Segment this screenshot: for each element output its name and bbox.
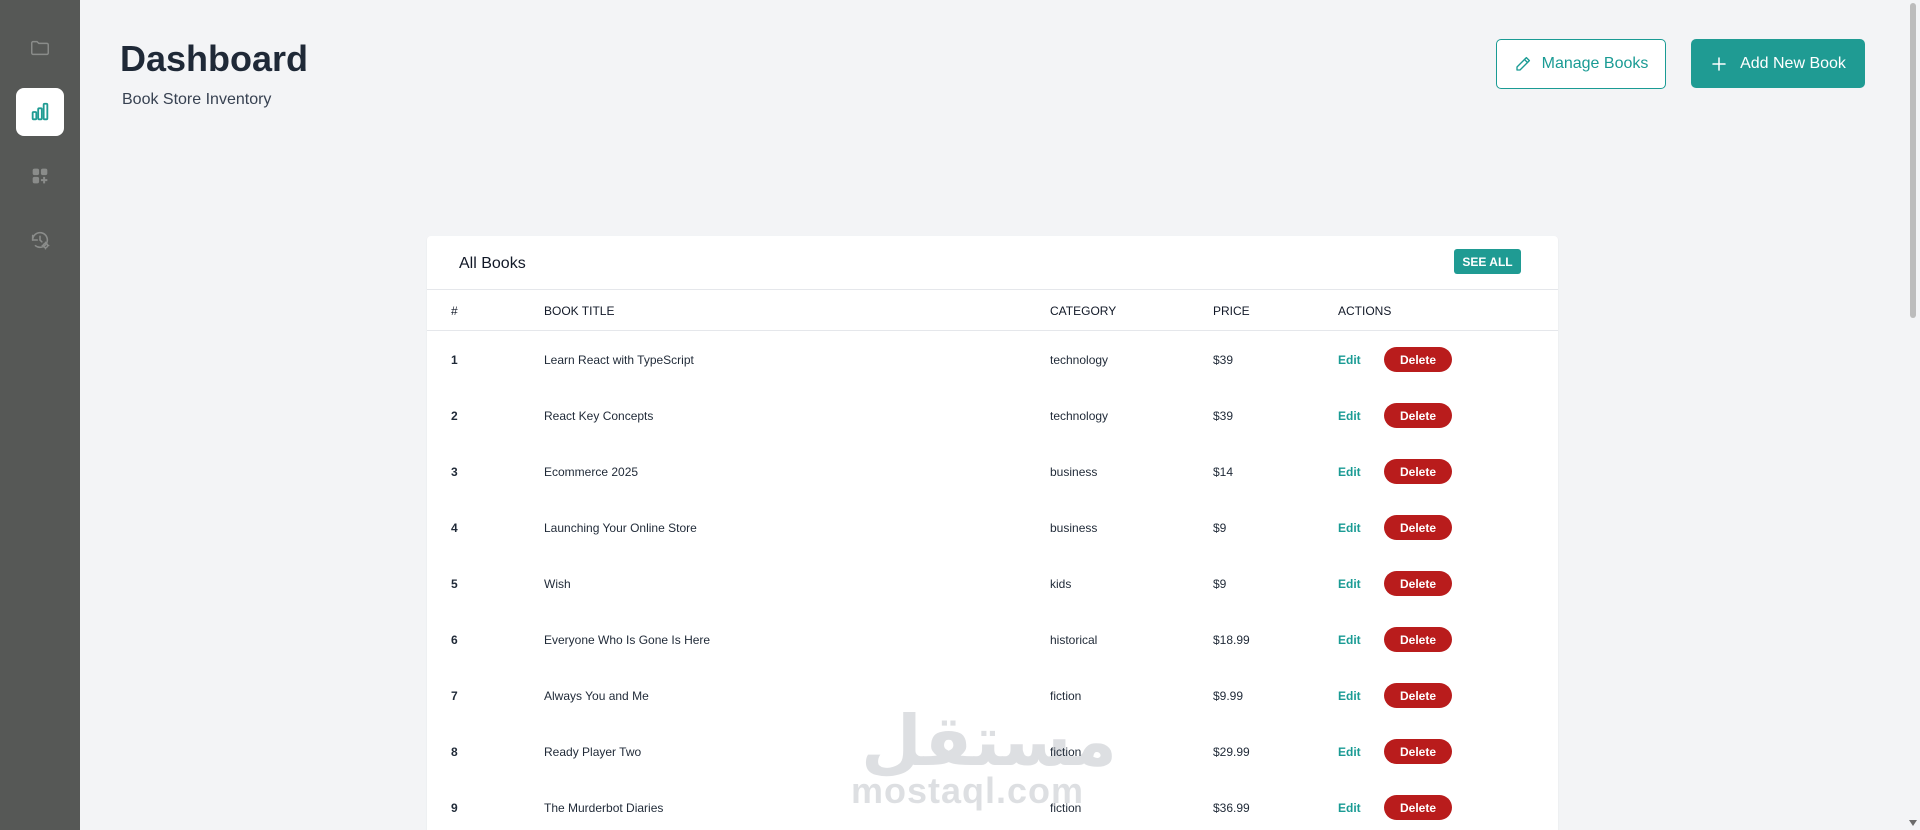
row-number: 4 bbox=[451, 521, 458, 535]
column-header-number: # bbox=[451, 304, 458, 318]
table-row: 6 Everyone Who Is Gone Is Here historica… bbox=[427, 611, 1558, 667]
book-price: $39 bbox=[1213, 353, 1234, 367]
plus-icon bbox=[1712, 56, 1726, 71]
book-title: Learn React with TypeScript bbox=[544, 353, 694, 367]
column-header-price: PRICE bbox=[1213, 304, 1250, 318]
book-category: fiction bbox=[1050, 745, 1082, 759]
book-category: historical bbox=[1050, 633, 1098, 647]
edit-link[interactable]: Edit bbox=[1338, 633, 1361, 647]
delete-button[interactable]: Delete bbox=[1384, 683, 1452, 708]
book-price: $9 bbox=[1213, 577, 1227, 591]
book-price: $18.99 bbox=[1213, 633, 1250, 647]
edit-link[interactable]: Edit bbox=[1338, 409, 1361, 423]
delete-button[interactable]: Delete bbox=[1384, 459, 1452, 484]
column-header-category: CATEGORY bbox=[1050, 304, 1117, 318]
delete-button[interactable]: Delete bbox=[1384, 571, 1452, 596]
sidebar-item-history-settings[interactable] bbox=[16, 216, 64, 264]
row-number: 3 bbox=[451, 465, 458, 479]
table-row: 1 Learn React with TypeScript technology… bbox=[427, 331, 1558, 387]
book-category: fiction bbox=[1050, 801, 1082, 815]
book-title: Ecommerce 2025 bbox=[544, 465, 639, 479]
edit-link[interactable]: Edit bbox=[1338, 577, 1361, 591]
row-number: 7 bbox=[451, 689, 458, 703]
table-row: 8 Ready Player Two fiction $29.99 Edit D… bbox=[427, 723, 1558, 779]
add-new-book-label: Add New Book bbox=[1740, 54, 1846, 72]
book-title: The Murderbot Diaries bbox=[544, 801, 664, 815]
book-category: business bbox=[1050, 465, 1098, 479]
add-new-book-button[interactable]: Add New Book bbox=[1691, 39, 1865, 88]
table-row: 4 Launching Your Online Store business $… bbox=[427, 499, 1558, 555]
book-title: Wish bbox=[544, 577, 571, 591]
column-header-actions: ACTIONS bbox=[1338, 304, 1392, 318]
book-price: $36.99 bbox=[1213, 801, 1250, 815]
sidebar-item-apps[interactable] bbox=[16, 152, 64, 200]
book-title: Ready Player Two bbox=[544, 745, 642, 759]
edit-link[interactable]: Edit bbox=[1338, 521, 1361, 535]
book-category: technology bbox=[1050, 409, 1109, 423]
app: Dashboard Book Store Inventory Manage Bo… bbox=[0, 0, 1920, 830]
edit-link[interactable]: Edit bbox=[1338, 689, 1361, 703]
delete-button[interactable]: Delete bbox=[1384, 347, 1452, 372]
book-category: technology bbox=[1050, 353, 1109, 367]
page-subtitle: Book Store Inventory bbox=[122, 91, 272, 108]
manage-books-button[interactable]: Manage Books bbox=[1496, 39, 1666, 89]
column-header-title: BOOK TITLE bbox=[544, 304, 615, 318]
sidebar-item-dashboard[interactable] bbox=[16, 88, 64, 136]
table-header: # BOOK TITLE CATEGORY PRICE ACTIONS bbox=[427, 290, 1558, 331]
book-title: Everyone Who Is Gone Is Here bbox=[544, 633, 711, 647]
table-row: 9 The Murderbot Diaries fiction $36.99 E… bbox=[427, 779, 1558, 830]
book-category: business bbox=[1050, 521, 1098, 535]
manage-books-label: Manage Books bbox=[1541, 55, 1649, 72]
row-number: 9 bbox=[451, 801, 458, 815]
row-number: 8 bbox=[451, 745, 458, 759]
row-number: 2 bbox=[451, 409, 458, 423]
table-row: 3 Ecommerce 2025 business $14 Edit Delet… bbox=[427, 443, 1558, 499]
table-row: 5 Wish kids $9 Edit Delete bbox=[427, 555, 1558, 611]
book-price: $9.99 bbox=[1213, 689, 1244, 703]
see-all-button[interactable]: SEE ALL bbox=[1454, 249, 1521, 274]
book-price: $9 bbox=[1213, 521, 1227, 535]
edit-link[interactable]: Edit bbox=[1338, 801, 1361, 815]
history-settings-icon bbox=[31, 231, 50, 250]
vertical-scrollbar[interactable] bbox=[1906, 0, 1920, 830]
edit-link[interactable]: Edit bbox=[1338, 465, 1361, 479]
row-number: 5 bbox=[451, 577, 458, 591]
book-category: kids bbox=[1050, 577, 1072, 591]
row-number: 6 bbox=[451, 633, 458, 647]
book-title: Always You and Me bbox=[544, 689, 649, 703]
card-title: All Books bbox=[459, 255, 526, 272]
delete-button[interactable]: Delete bbox=[1384, 739, 1452, 764]
bar-chart-icon bbox=[31, 102, 49, 121]
delete-button[interactable]: Delete bbox=[1384, 515, 1452, 540]
book-price: $14 bbox=[1213, 465, 1234, 479]
card-header: All Books SEE ALL bbox=[427, 236, 1558, 290]
delete-button[interactable]: Delete bbox=[1384, 795, 1452, 820]
edit-link[interactable]: Edit bbox=[1338, 353, 1361, 367]
folder-icon bbox=[31, 40, 49, 56]
delete-button[interactable]: Delete bbox=[1384, 403, 1452, 428]
book-price: $39 bbox=[1213, 409, 1234, 423]
table-row: 2 React Key Concepts technology $39 Edit… bbox=[427, 387, 1558, 443]
sidebar-item-folders[interactable] bbox=[16, 24, 64, 72]
pencil-icon bbox=[1515, 56, 1530, 71]
book-title: Launching Your Online Store bbox=[544, 521, 697, 535]
table-row: 7 Always You and Me fiction $9.99 Edit D… bbox=[427, 667, 1558, 723]
apps-icon bbox=[32, 168, 48, 184]
scroll-down-arrow-icon[interactable] bbox=[1909, 820, 1917, 826]
all-books-card: All Books SEE ALL # BOOK TITLE CATEGORY … bbox=[427, 236, 1558, 830]
book-price: $29.99 bbox=[1213, 745, 1250, 759]
page-title: Dashboard bbox=[120, 38, 309, 79]
book-category: fiction bbox=[1050, 689, 1082, 703]
table-body: 1 Learn React with TypeScript technology… bbox=[427, 331, 1558, 830]
row-number: 1 bbox=[451, 353, 458, 367]
book-title: React Key Concepts bbox=[544, 409, 654, 423]
sidebar bbox=[0, 0, 80, 830]
edit-link[interactable]: Edit bbox=[1338, 745, 1361, 759]
scrollbar-thumb[interactable] bbox=[1910, 3, 1916, 318]
delete-button[interactable]: Delete bbox=[1384, 627, 1452, 652]
